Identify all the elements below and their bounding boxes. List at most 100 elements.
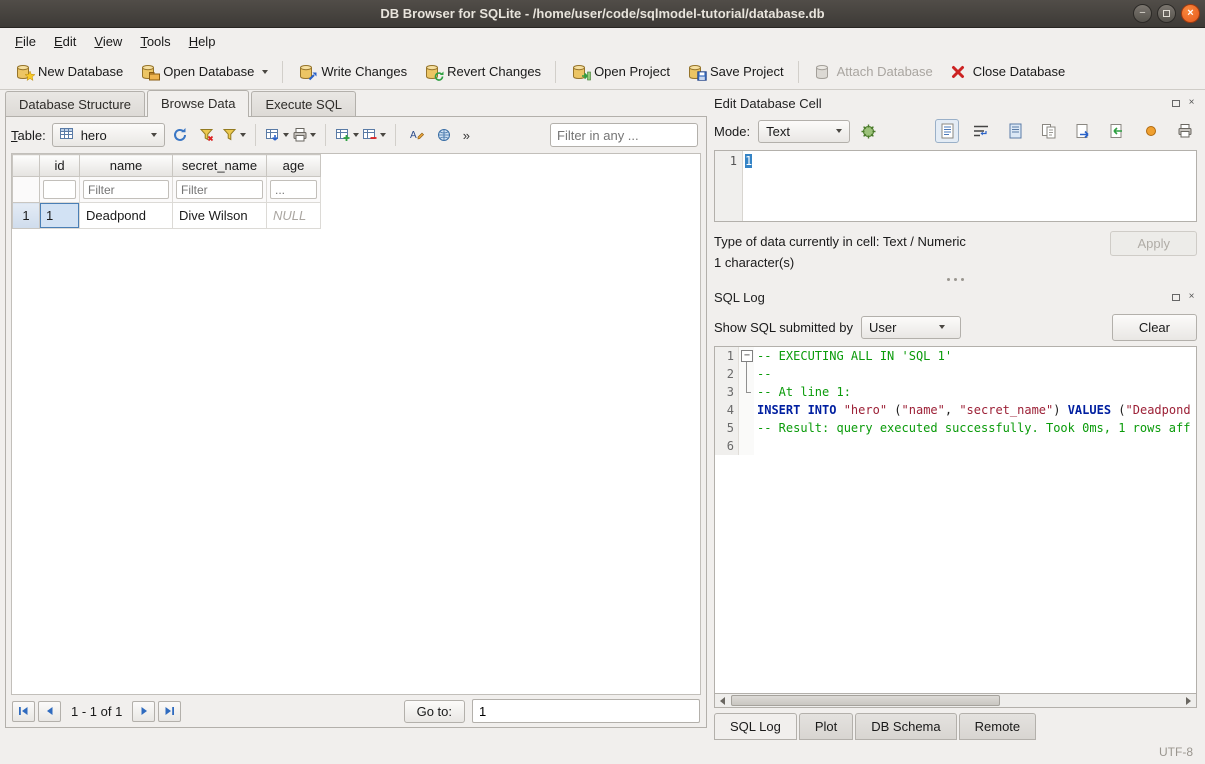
edit-mode-button[interactable]: A (405, 123, 429, 147)
goto-input[interactable] (472, 699, 700, 723)
encoding-button[interactable] (432, 123, 456, 147)
cell-secret-name[interactable]: Dive Wilson (173, 203, 267, 229)
previous-record-button[interactable] (38, 701, 61, 722)
dock-tab-remote[interactable]: Remote (959, 713, 1037, 740)
clear-log-button[interactable]: Clear (1112, 314, 1197, 341)
auto-switch-mode-button[interactable] (856, 119, 880, 143)
delete-record-button[interactable] (362, 123, 386, 147)
save-project-button[interactable]: Save Project (678, 58, 792, 86)
open-project-button[interactable]: Open Project (562, 58, 678, 86)
close-database-icon (949, 63, 967, 81)
filter-input-name[interactable] (83, 180, 169, 199)
submitted-by-select[interactable]: User (861, 316, 961, 339)
menu-tools[interactable]: Tools (131, 30, 179, 53)
mode-select[interactable]: Text (758, 120, 850, 143)
word-wrap-button[interactable] (969, 119, 993, 143)
first-record-button[interactable] (12, 701, 35, 722)
tab-database-structure[interactable]: Database Structure (5, 91, 145, 116)
column-header-name[interactable]: name (80, 155, 173, 177)
print-button[interactable] (292, 123, 316, 147)
column-header-secret-name[interactable]: secret_name (173, 155, 267, 177)
open-database-icon (139, 63, 157, 81)
filter-input-age[interactable] (270, 180, 317, 199)
write-changes-button[interactable]: Write Changes (289, 58, 415, 86)
scroll-right-button[interactable] (1181, 694, 1196, 707)
grid-filter-row (13, 177, 321, 203)
set-null-button[interactable] (1139, 119, 1163, 143)
print-cell-button[interactable] (1173, 119, 1197, 143)
menu-file[interactable]: File (6, 30, 45, 53)
minimize-button[interactable]: − (1133, 4, 1152, 23)
last-record-button[interactable] (158, 701, 181, 722)
table-select[interactable]: hero (52, 123, 165, 147)
filter-any-input[interactable] (550, 123, 698, 147)
cell-id[interactable]: 1 (40, 203, 80, 229)
close-database-label: Close Database (973, 64, 1066, 79)
tab-browse-data[interactable]: Browse Data (147, 90, 249, 117)
statusbar: UTF-8 (0, 740, 1205, 764)
apply-button[interactable]: Apply (1110, 231, 1197, 256)
cell-char-count: 1 character(s) (714, 252, 966, 273)
line-number: 2 (715, 365, 739, 383)
horizontal-scrollbar[interactable] (714, 693, 1197, 708)
next-record-button[interactable] (132, 701, 155, 722)
row-header[interactable]: 1 (13, 203, 40, 229)
line-number: 3 (715, 383, 739, 401)
filter-input-secret-name[interactable] (176, 180, 263, 199)
clear-filters-button[interactable] (195, 123, 219, 147)
revert-changes-button[interactable]: Revert Changes (415, 58, 549, 86)
revert-changes-icon (423, 63, 441, 81)
new-database-button[interactable]: New Database (6, 58, 131, 86)
close-panel-icon[interactable]: × (1186, 292, 1197, 303)
export-data-button[interactable] (1105, 119, 1129, 143)
filter-input-id[interactable] (43, 180, 76, 199)
save-table-button[interactable] (265, 123, 289, 147)
insert-record-button[interactable] (335, 123, 359, 147)
sql-log-editor[interactable]: 1 -- EXECUTING ALL IN 'SQL 1' 2 -- 3 -- … (714, 346, 1197, 693)
attach-database-button[interactable]: Attach Database (805, 58, 941, 86)
scrollbar-thumb[interactable] (731, 695, 1000, 706)
line-number: 4 (715, 401, 739, 419)
tab-execute-sql[interactable]: Execute SQL (251, 91, 356, 116)
cell-age[interactable]: NULL (267, 203, 321, 229)
log-line: 3 -- At line 1: (715, 383, 1196, 401)
float-panel-icon[interactable] (1170, 98, 1181, 109)
encoding-label[interactable]: UTF-8 (1159, 745, 1193, 759)
goto-button[interactable]: Go to: (404, 700, 465, 723)
dock-tab-plot[interactable]: Plot (799, 713, 853, 740)
open-database-button[interactable]: Open Database (131, 58, 276, 86)
text-mode-button[interactable] (935, 119, 959, 143)
open-in-external-button[interactable] (1003, 119, 1027, 143)
column-header-id[interactable]: id (40, 155, 80, 177)
close-panel-icon[interactable]: × (1186, 98, 1197, 109)
dock-resize-handle[interactable] (714, 273, 1197, 286)
filter-options-button[interactable] (222, 123, 246, 147)
cell-info-row: Type of data currently in cell: Text / N… (714, 231, 1197, 273)
dock-tab-db-schema[interactable]: DB Schema (855, 713, 956, 740)
copy-data-button[interactable] (1037, 119, 1061, 143)
edit-cell-header: Edit Database Cell × (714, 92, 1197, 114)
refresh-button[interactable] (168, 123, 192, 147)
column-header-age[interactable]: age (267, 155, 321, 177)
menu-view[interactable]: View (85, 30, 131, 53)
cell-name[interactable]: Deadpond (80, 203, 173, 229)
grid-corner[interactable] (13, 155, 40, 177)
data-grid[interactable]: id name secret_name age (11, 153, 701, 695)
write-changes-icon (297, 63, 315, 81)
close-database-button[interactable]: Close Database (941, 58, 1074, 86)
fold-marker-icon[interactable] (739, 347, 754, 365)
menu-edit[interactable]: Edit (45, 30, 85, 53)
cell-editor[interactable]: 1 1 (714, 150, 1197, 222)
table-row: 1 1 Deadpond Dive Wilson NULL (13, 203, 321, 229)
browse-toolbar: Table: hero A (6, 117, 706, 153)
scroll-left-button[interactable] (715, 694, 730, 707)
menu-help[interactable]: Help (180, 30, 225, 53)
maximize-button[interactable] (1157, 4, 1176, 23)
float-panel-icon[interactable] (1170, 292, 1181, 303)
table-label: Table: (11, 128, 46, 143)
dock-tab-sql-log[interactable]: SQL Log (714, 713, 797, 740)
close-button[interactable]: × (1181, 4, 1200, 23)
cell-editor-content[interactable]: 1 (743, 151, 1196, 221)
toolbar-overflow-button[interactable]: » (459, 126, 474, 145)
import-data-button[interactable] (1071, 119, 1095, 143)
